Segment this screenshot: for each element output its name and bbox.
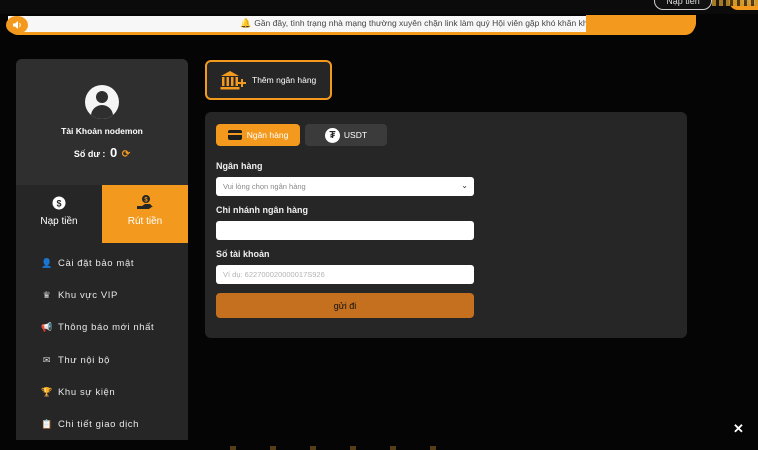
- sidebar-menu: 👤 Cài đặt bảo mật ♛ Khu vực VIP 📢 Thông …: [16, 247, 188, 440]
- balance: Số dư : 0 ⟳: [16, 145, 188, 160]
- tether-icon: ₮: [324, 127, 340, 143]
- branch-field-label: Chi nhánh ngân hàng: [216, 205, 308, 215]
- submit-button[interactable]: gửi đi: [216, 293, 474, 318]
- account-name: Tài Khoản nodemon: [61, 126, 143, 136]
- dollar-bag-icon: $: [16, 194, 102, 213]
- notice-accent: [586, 15, 696, 33]
- chevron-down-icon: ⌄: [461, 181, 468, 190]
- envelope-icon: ✉: [42, 354, 52, 365]
- withdraw-form-panel: Ngân hàng ₮ USDT Ngân hàng Vui lòng chọn…: [205, 112, 687, 338]
- balance-value: 0: [109, 145, 118, 160]
- account-number-input[interactable]: Ví dụ: 622700020000017S926: [216, 265, 474, 284]
- hand-coin-icon: $: [102, 194, 188, 213]
- user-gear-icon: 👤: [41, 257, 53, 268]
- tab-withdraw[interactable]: $ Rút tiền: [102, 185, 188, 243]
- decorative-strip: [712, 0, 758, 6]
- add-bank-button[interactable]: Thêm ngân hàng: [205, 60, 332, 100]
- notice-message-text: Gần đây, tình trạng nhà mạng thường xuyê…: [254, 18, 613, 28]
- bank-select-value: Vui lòng chọn ngân hàng: [223, 182, 306, 191]
- credit-card-icon: [227, 130, 242, 140]
- sidebar-item-vip[interactable]: ♛ Khu vực VIP: [16, 279, 188, 311]
- sidebar-item-announcements[interactable]: 📢 Thông báo mới nhất: [16, 312, 188, 344]
- account-number-label: Số tài khoản: [216, 249, 270, 259]
- sidebar-item-label: Thư nội bộ: [58, 354, 110, 366]
- add-bank-label: Thêm ngân hàng: [252, 75, 317, 85]
- method-usdt-label: USDT: [343, 130, 368, 140]
- method-bank-button[interactable]: Ngân hàng: [216, 124, 300, 146]
- decorative-strip-bottom: [230, 446, 470, 450]
- tab-deposit-label: Nạp tiền: [40, 216, 78, 227]
- tab-deposit[interactable]: $ Nạp tiền: [16, 185, 102, 243]
- clipboard-icon: 📋: [41, 419, 53, 430]
- trophy-icon: 🏆: [41, 386, 53, 397]
- refresh-icon[interactable]: ⟳: [122, 149, 130, 160]
- bank-plus-icon: [220, 71, 246, 90]
- sidebar-item-events[interactable]: 🏆 Khu sự kiện: [16, 376, 188, 408]
- notice-bar: 🔔 Gần đây, tình trạng nhà mạng thường xuy…: [6, 15, 696, 35]
- wallet-tabs: $ Nạp tiền $ Rút tiền: [16, 185, 188, 243]
- crown-icon: ♛: [42, 289, 52, 300]
- sidebar-item-label: Khu sự kiện: [58, 386, 116, 398]
- balance-label: Số dư :: [73, 149, 106, 159]
- deposit-button[interactable]: Nạp tiền: [654, 0, 712, 10]
- method-bank-label: Ngân hàng: [246, 130, 289, 140]
- tab-withdraw-label: Rút tiền: [127, 216, 163, 227]
- bank-select[interactable]: Vui lòng chọn ngân hàng ⌄: [216, 177, 474, 196]
- bank-field-label: Ngân hàng: [216, 161, 263, 171]
- method-usdt-button[interactable]: ₮ USDT: [305, 124, 387, 146]
- avatar: [85, 85, 119, 119]
- account-sidebar: Tài Khoản nodemon Số dư : 0 ⟳ $ Nạp tiền…: [16, 59, 188, 440]
- branch-input[interactable]: [216, 221, 474, 240]
- svg-text:$: $: [56, 199, 61, 209]
- sidebar-item-label: Chi tiết giao dịch: [58, 419, 140, 431]
- sidebar-item-transactions[interactable]: 📋 Chi tiết giao dịch: [16, 408, 188, 440]
- close-icon[interactable]: ✕: [733, 421, 744, 437]
- speaker-icon: [6, 16, 28, 34]
- bell-icon: 🔔: [240, 18, 252, 28]
- account-number-placeholder: Ví dụ: 622700020000017S926: [223, 270, 325, 279]
- sidebar-item-label: Thông báo mới nhất: [58, 322, 155, 334]
- megaphone-icon: 📢: [41, 322, 53, 333]
- sidebar-item-label: Cài đặt bảo mật: [58, 257, 135, 269]
- sidebar-item-security[interactable]: 👤 Cài đặt bảo mật: [16, 247, 188, 279]
- top-bar: [0, 0, 758, 14]
- notice-message: 🔔 Gần đây, tình trạng nhà mạng thường xuy…: [240, 18, 613, 29]
- sidebar-item-label: Khu vực VIP: [58, 289, 118, 301]
- sidebar-item-inbox[interactable]: ✉ Thư nội bộ: [16, 344, 188, 376]
- profile-card: Tài Khoản nodemon Số dư : 0 ⟳: [16, 59, 188, 185]
